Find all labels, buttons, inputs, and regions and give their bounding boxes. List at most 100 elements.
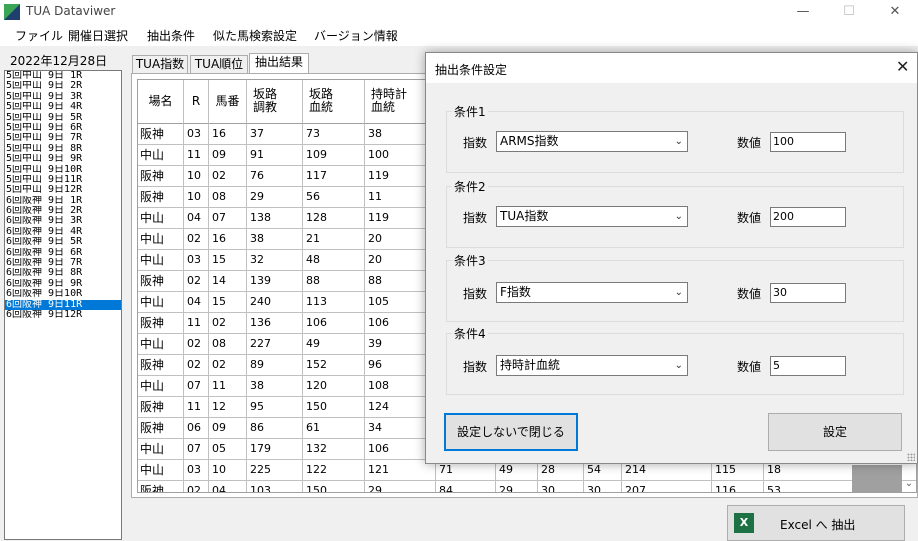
table-cell[interactable]: 阪神 [138,166,184,187]
table-cell[interactable]: 02 [209,313,247,334]
race-list-item[interactable]: 6回阪神 9日 6R [5,248,121,258]
race-list-item[interactable]: 6回阪神 9日 4R [5,227,121,237]
minimize-button[interactable]: — [780,0,826,24]
race-list-item[interactable]: 5回中山 9日10R [5,165,121,175]
scroll-down-arrow-icon[interactable]: ⌄ [903,478,915,489]
index-select-4[interactable]: 持時計血統 ⌄ [496,355,688,376]
table-cell[interactable]: 240 [247,292,303,313]
menu-extract-conditions[interactable]: 抽出条件 [147,27,195,44]
table-cell[interactable]: 103 [247,481,303,492]
value-input-2[interactable]: 200 [770,207,846,227]
table-cell[interactable]: 86 [247,418,303,439]
table-cell[interactable]: 95 [247,397,303,418]
race-list-item[interactable]: 6回阪神 9日 3R [5,216,121,226]
table-cell[interactable]: 中山 [138,376,184,397]
table-cell[interactable]: 88 [303,271,365,292]
table-cell[interactable]: 32 [247,250,303,271]
race-list-item[interactable]: 6回阪神 9日12R [5,310,121,320]
table-cell[interactable]: 05 [209,439,247,460]
table-cell[interactable]: 阪神 [138,481,184,492]
table-cell[interactable]: 132 [303,439,365,460]
table-cell[interactable]: 11 [184,145,209,166]
table-cell[interactable]: 阪神 [138,187,184,208]
table-cell[interactable]: 08 [209,187,247,208]
grid-scrollbar-thumb[interactable] [852,465,902,492]
table-cell[interactable]: 阪神 [138,355,184,376]
table-cell[interactable]: 179 [247,439,303,460]
race-list-item[interactable]: 6回阪神 9日 5R [5,237,121,247]
table-cell[interactable]: 116 [712,481,764,492]
table-cell[interactable]: 91 [247,145,303,166]
tab-tua-rank[interactable]: TUA順位 [190,55,248,73]
table-cell[interactable]: 09 [209,145,247,166]
column-header[interactable]: R [184,80,209,124]
table-cell[interactable]: 中山 [138,439,184,460]
table-cell[interactable]: 30 [584,481,622,492]
index-select-1[interactable]: ARMS指数 ⌄ [496,131,688,152]
table-cell[interactable]: 阪神 [138,124,184,145]
table-cell[interactable]: 08 [209,334,247,355]
race-list-item[interactable]: 6回阪神 9日 1R [5,196,121,206]
race-list-item[interactable]: 5回中山 9日12R [5,185,121,195]
table-cell[interactable]: 16 [209,229,247,250]
table-cell[interactable]: 中山 [138,460,184,481]
dialog-close-button[interactable]: ✕ [896,57,909,76]
tab-tua-index[interactable]: TUA指数 [132,55,188,73]
table-cell[interactable]: 29 [247,187,303,208]
table-cell[interactable]: 120 [303,376,365,397]
race-list-item[interactable]: 5回中山 9日 8R [5,144,121,154]
table-cell[interactable]: 10 [184,187,209,208]
menu-file[interactable]: ファイル [15,27,63,44]
table-cell[interactable]: 138 [247,208,303,229]
race-list-item[interactable]: 5回中山 9日11R [5,175,121,185]
table-cell[interactable]: 02 [184,271,209,292]
column-header[interactable]: 馬番 [209,80,247,124]
table-cell[interactable]: 49 [303,334,365,355]
table-cell[interactable]: 152 [303,355,365,376]
index-select-3[interactable]: F指数 ⌄ [496,282,688,303]
table-cell[interactable]: 阪神 [138,313,184,334]
table-cell[interactable]: 15 [209,250,247,271]
resize-grip-icon[interactable] [907,453,915,461]
table-cell[interactable]: 48 [303,250,365,271]
maximize-button[interactable]: ☐ [826,0,872,24]
table-cell[interactable]: 06 [184,418,209,439]
race-list-item[interactable]: 5回中山 9日 3R [5,92,121,102]
value-input-4[interactable]: 5 [770,356,846,376]
race-list-item[interactable]: 6回阪神 9日 2R [5,206,121,216]
race-list[interactable]: 5回中山 9日 1R 5回中山 9日 2R 5回中山 9日 3R 5回中山 9日 4R… [4,70,122,540]
table-cell[interactable]: 02 [184,334,209,355]
table-cell[interactable]: 03 [184,124,209,145]
table-cell[interactable]: 03 [184,250,209,271]
table-cell[interactable]: 02 [209,355,247,376]
table-cell[interactable]: 阪神 [138,397,184,418]
table-cell[interactable]: 30 [538,481,584,492]
table-cell[interactable]: 29 [496,481,538,492]
race-list-item[interactable]: 6回阪神 9日11R [5,299,121,310]
table-cell[interactable]: 73 [303,124,365,145]
table-cell[interactable]: 中山 [138,334,184,355]
menu-version-info[interactable]: バージョン情報 [314,27,398,44]
table-cell[interactable]: 14 [209,271,247,292]
race-list-item[interactable]: 6回阪神 9日 8R [5,268,121,278]
table-cell[interactable]: 07 [209,208,247,229]
table-cell[interactable]: 07 [184,439,209,460]
table-cell[interactable]: 84 [436,481,496,492]
value-input-1[interactable]: 100 [770,132,846,152]
table-cell[interactable]: 38 [247,376,303,397]
table-cell[interactable]: 02 [184,355,209,376]
race-list-item[interactable]: 5回中山 9日 9R [5,154,121,164]
table-cell[interactable]: 38 [247,229,303,250]
close-window-button[interactable]: ✕ [872,0,918,24]
index-select-2[interactable]: TUA指数 ⌄ [496,206,688,227]
table-cell[interactable]: 中山 [138,208,184,229]
table-cell[interactable]: 02 [209,166,247,187]
table-cell[interactable]: 139 [247,271,303,292]
table-cell[interactable]: 61 [303,418,365,439]
table-cell[interactable]: 04 [209,481,247,492]
table-cell[interactable]: 225 [247,460,303,481]
table-cell[interactable]: 中山 [138,292,184,313]
table-cell[interactable]: 02 [184,481,209,492]
race-list-item[interactable]: 5回中山 9日 5R [5,113,121,123]
race-list-item[interactable]: 6回阪神 9日10R [5,289,121,299]
